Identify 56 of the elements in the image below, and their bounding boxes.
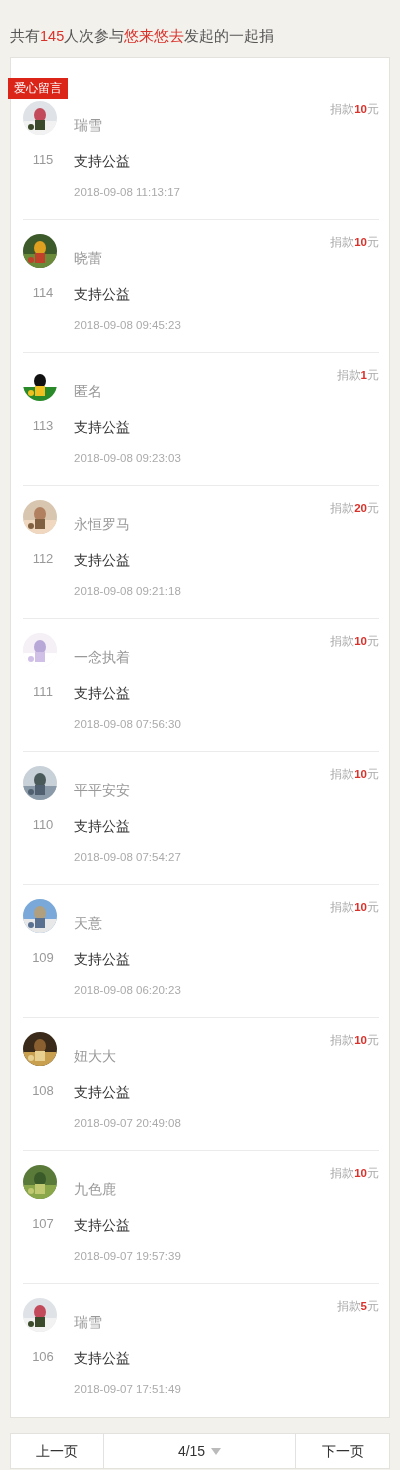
donation-number: 114 <box>31 284 55 302</box>
donation-message: 支持公益 <box>74 1083 130 1101</box>
donation-number: 108 <box>31 1082 55 1100</box>
donation-message: 支持公益 <box>74 684 130 702</box>
donation-amount: 捐款10元 <box>330 634 379 649</box>
page-select[interactable]: 4/15 <box>104 1433 295 1469</box>
donation-time: 2018-09-08 11:13:17 <box>74 185 180 200</box>
donor-name: 匿名 <box>74 382 102 400</box>
donation-number: 109 <box>31 949 55 967</box>
donor-name: 平平安安 <box>74 781 130 799</box>
donation-time: 2018-09-07 19:57:39 <box>74 1249 181 1264</box>
donation-amount: 捐款1元 <box>336 368 379 383</box>
donation-message: 支持公益 <box>74 285 130 303</box>
donor-name: 天意 <box>74 914 102 932</box>
donation-time: 2018-09-08 07:54:27 <box>74 850 181 865</box>
donation-amount: 捐款5元 <box>336 1299 379 1314</box>
donation-message: 支持公益 <box>74 1216 130 1234</box>
donation-time: 2018-09-08 09:21:18 <box>74 584 181 599</box>
donation-amount: 捐款10元 <box>330 1033 379 1048</box>
donor-name: 九色鹿 <box>74 1180 116 1198</box>
donor-name: 妞大大 <box>74 1047 116 1065</box>
caret-icon <box>211 1447 222 1455</box>
donation-amount: 捐款10元 <box>330 900 379 915</box>
donation-message: 支持公益 <box>74 1349 130 1367</box>
donation-message: 支持公益 <box>74 817 130 835</box>
donation-number: 115 <box>31 151 55 169</box>
donation-time: 2018-09-07 20:49:08 <box>74 1116 181 1131</box>
previous-page-button[interactable]: 上一页 <box>10 1433 104 1469</box>
donation-time: 2018-09-08 09:23:03 <box>74 451 181 466</box>
donation-number: 111 <box>32 683 54 701</box>
donation-message: 支持公益 <box>74 152 130 170</box>
donation-time: 2018-09-08 09:45:23 <box>74 318 181 333</box>
donation-amount: 捐款10元 <box>330 1166 379 1181</box>
donor-name: 一念执着 <box>74 648 130 666</box>
donation-message: 支持公益 <box>74 418 130 436</box>
donation-number: 110 <box>31 816 55 834</box>
donation-time: 2018-09-08 06:20:23 <box>74 983 181 998</box>
donation-number: 113 <box>31 417 55 435</box>
donation-amount: 捐款10元 <box>330 767 379 782</box>
donation-amount: 捐款10元 <box>330 102 379 117</box>
donor-name: 晓蕾 <box>74 249 102 267</box>
next-page-button[interactable]: 下一页 <box>295 1433 390 1469</box>
donation-message: 支持公益 <box>74 551 130 569</box>
donor-name: 瑞雪 <box>74 116 102 134</box>
donation-number: 107 <box>31 1215 55 1233</box>
donation-amount: 捐款20元 <box>330 501 379 516</box>
donor-name: 永恒罗马 <box>74 515 130 533</box>
donation-number: 106 <box>31 1348 55 1366</box>
donor-name: 瑞雪 <box>74 1313 102 1331</box>
donation-amount: 捐款10元 <box>330 235 379 250</box>
donation-message: 支持公益 <box>74 950 130 968</box>
love-message-tag: 爱心留言 <box>8 78 68 99</box>
donation-time: 2018-09-08 07:56:30 <box>74 717 181 732</box>
donation-number: 112 <box>31 550 55 568</box>
donation-time: 2018-09-07 17:51:49 <box>74 1382 181 1397</box>
summary-text: 共有145人次参与悠来悠去发起的一起捐 <box>10 28 275 44</box>
